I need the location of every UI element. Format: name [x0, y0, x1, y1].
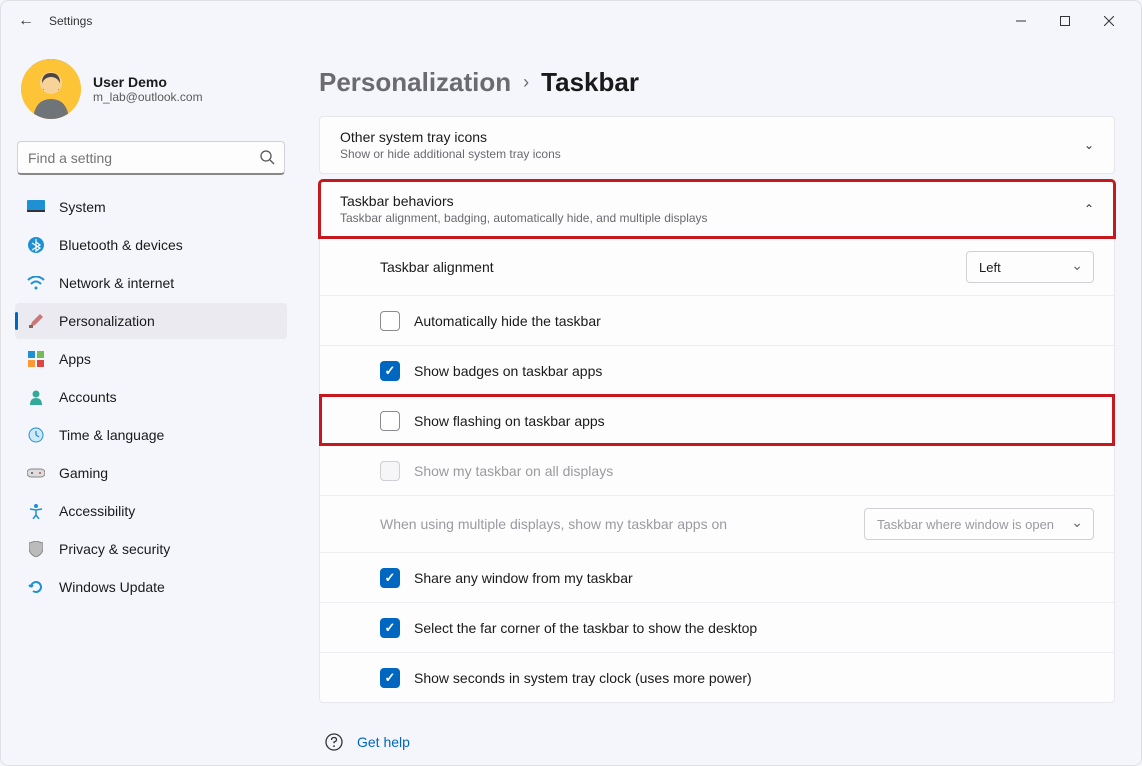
row-label: Share any window from my taskbar: [414, 570, 1094, 586]
farcorner-checkbox[interactable]: [380, 618, 400, 638]
section-title: Other system tray icons: [340, 129, 1084, 145]
multidisplay-select: Taskbar where window is open: [864, 508, 1094, 540]
main-content: Personalization › Taskbar Other system t…: [301, 41, 1141, 765]
section-subtitle: Taskbar alignment, badging, automaticall…: [340, 211, 1084, 225]
maximize-button[interactable]: [1043, 6, 1087, 36]
breadcrumb-parent[interactable]: Personalization: [319, 67, 511, 98]
behaviors-body: Taskbar alignment Left Automatically hid…: [319, 238, 1115, 703]
section-other-tray: Other system tray icons Show or hide add…: [319, 116, 1115, 174]
avatar: [21, 59, 81, 119]
gamepad-icon: [27, 464, 45, 482]
chevron-up-icon: ⌃: [1084, 202, 1094, 216]
nav-label: Accounts: [59, 389, 117, 405]
row-autohide[interactable]: Automatically hide the taskbar: [320, 295, 1114, 345]
sidebar: User Demo m_lab@outlook.com System Bluet…: [1, 41, 301, 765]
section-subtitle: Show or hide additional system tray icon…: [340, 147, 1084, 161]
nav-label: System: [59, 199, 106, 215]
apps-icon: [27, 350, 45, 368]
system-icon: [27, 198, 45, 216]
window-title: Settings: [49, 14, 92, 28]
title-bar: ← Settings: [1, 1, 1141, 41]
alldisplays-checkbox: [380, 461, 400, 481]
nav-system[interactable]: System: [15, 189, 287, 225]
nav-label: Accessibility: [59, 503, 135, 519]
minimize-button[interactable]: [999, 6, 1043, 36]
section-title: Taskbar behaviors: [340, 193, 1084, 209]
row-badges[interactable]: Show badges on taskbar apps: [320, 345, 1114, 395]
nav-bluetooth[interactable]: Bluetooth & devices: [15, 227, 287, 263]
shareany-checkbox[interactable]: [380, 568, 400, 588]
breadcrumb-current: Taskbar: [541, 67, 639, 98]
row-multidisplay: When using multiple displays, show my ta…: [320, 495, 1114, 552]
search-input[interactable]: [17, 141, 285, 175]
breadcrumb: Personalization › Taskbar: [319, 67, 1115, 98]
nav-accessibility[interactable]: Accessibility: [15, 493, 287, 529]
nav-gaming[interactable]: Gaming: [15, 455, 287, 491]
help-row: Get help: [319, 733, 1115, 751]
nav-personalization[interactable]: Personalization: [15, 303, 287, 339]
row-label: Show flashing on taskbar apps: [414, 413, 1094, 429]
row-share-any[interactable]: Share any window from my taskbar: [320, 552, 1114, 602]
chevron-down-icon: ⌄: [1084, 138, 1094, 152]
nav-label: Windows Update: [59, 579, 165, 595]
section-other-tray-header[interactable]: Other system tray icons Show or hide add…: [320, 117, 1114, 173]
chevron-right-icon: ›: [523, 72, 529, 93]
row-all-displays: Show my taskbar on all displays: [320, 445, 1114, 495]
alignment-select[interactable]: Left: [966, 251, 1094, 283]
nav-label: Personalization: [59, 313, 155, 329]
nav-apps[interactable]: Apps: [15, 341, 287, 377]
section-behaviors-header[interactable]: Taskbar behaviors Taskbar alignment, bad…: [320, 181, 1114, 237]
nav-update[interactable]: Windows Update: [15, 569, 287, 605]
close-button[interactable]: [1087, 6, 1131, 36]
profile[interactable]: User Demo m_lab@outlook.com: [15, 51, 287, 135]
nav-list: System Bluetooth & devices Network & int…: [15, 189, 287, 605]
badges-checkbox[interactable]: [380, 361, 400, 381]
nav-label: Gaming: [59, 465, 108, 481]
nav-label: Privacy & security: [59, 541, 170, 557]
row-label: Taskbar alignment: [380, 259, 966, 275]
wifi-icon: [27, 274, 45, 292]
back-button[interactable]: ←: [11, 12, 41, 30]
help-link[interactable]: Get help: [357, 734, 410, 750]
row-flashing[interactable]: Show flashing on taskbar apps: [320, 395, 1114, 445]
accessibility-icon: [27, 502, 45, 520]
row-far-corner[interactable]: Select the far corner of the taskbar to …: [320, 602, 1114, 652]
nav-network[interactable]: Network & internet: [15, 265, 287, 301]
nav-time[interactable]: Time & language: [15, 417, 287, 453]
search-icon: [259, 149, 275, 170]
row-label: Show seconds in system tray clock (uses …: [414, 670, 1094, 686]
section-taskbar-behaviors: Taskbar behaviors Taskbar alignment, bad…: [319, 180, 1115, 238]
nav-label: Network & internet: [59, 275, 174, 291]
shield-icon: [27, 540, 45, 558]
row-label: Show badges on taskbar apps: [414, 363, 1094, 379]
clock-icon: [27, 426, 45, 444]
nav-label: Apps: [59, 351, 91, 367]
bluetooth-icon: [27, 236, 45, 254]
nav-label: Bluetooth & devices: [59, 237, 183, 253]
person-icon: [27, 388, 45, 406]
user-name: User Demo: [93, 74, 203, 90]
autohide-checkbox[interactable]: [380, 311, 400, 331]
nav-label: Time & language: [59, 427, 164, 443]
nav-privacy[interactable]: Privacy & security: [15, 531, 287, 567]
row-label: Show my taskbar on all displays: [414, 463, 1094, 479]
seconds-checkbox[interactable]: [380, 668, 400, 688]
update-icon: [27, 578, 45, 596]
row-taskbar-alignment: Taskbar alignment Left: [320, 238, 1114, 295]
flashing-checkbox[interactable]: [380, 411, 400, 431]
user-email: m_lab@outlook.com: [93, 90, 203, 104]
nav-accounts[interactable]: Accounts: [15, 379, 287, 415]
row-label: When using multiple displays, show my ta…: [380, 516, 864, 532]
help-icon: [325, 733, 343, 751]
brush-icon: [27, 312, 45, 330]
row-label: Select the far corner of the taskbar to …: [414, 620, 1094, 636]
row-seconds[interactable]: Show seconds in system tray clock (uses …: [320, 652, 1114, 702]
row-label: Automatically hide the taskbar: [414, 313, 1094, 329]
